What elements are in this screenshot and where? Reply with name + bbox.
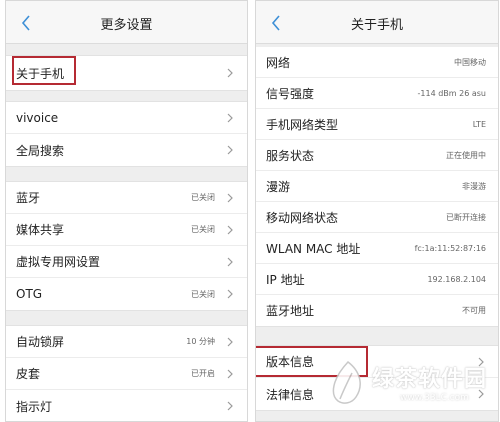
media-share-item[interactable]: 媒体共享 已关闭 — [6, 214, 247, 246]
row-value: 192.168.2.104 — [427, 274, 486, 284]
row-value: 不可用 — [462, 306, 486, 315]
row-label: 全局搜索 — [16, 143, 65, 158]
chevron-right-icon — [225, 368, 235, 380]
row-label: 虚拟专用网设置 — [16, 255, 101, 269]
more-settings-screen: 更多设置 关于手机 vivoice 全局搜索 蓝牙 已关闭 媒体共享 已关闭 虚… — [5, 0, 248, 422]
info-row-roaming: 漫游 非漫游 — [256, 171, 498, 202]
chevron-right-icon — [225, 224, 235, 236]
page-title: 更多设置 — [100, 18, 153, 33]
settings-group: 自动锁屏 10 分钟 皮套 已开启 指示灯 — [6, 325, 247, 421]
info-row-network-type: 手机网络类型 LTE — [256, 109, 498, 140]
row-label: 手机网络类型 — [266, 117, 339, 132]
settings-group: vivoice 全局搜索 — [6, 101, 247, 167]
bluetooth-item[interactable]: 蓝牙 已关闭 — [6, 182, 247, 214]
row-value: 已断开连接 — [446, 212, 486, 222]
row-label: 蓝牙地址 — [266, 304, 315, 318]
info-row-wlan-mac: WLAN MAC 地址 fc:1a:11:52:87:16 — [256, 233, 498, 264]
row-label: WLAN MAC 地址 — [266, 241, 361, 256]
row-value: 非漫游 — [462, 181, 486, 191]
row-value: fc:1a:11:52:87:16 — [414, 243, 486, 253]
info-group: 版本信息 法律信息 — [256, 345, 498, 411]
row-label: 关于手机 — [16, 66, 65, 81]
settings-group: 关于手机 — [6, 55, 247, 91]
row-value: 正在使用中 — [446, 150, 486, 160]
status-value: 已关闭 — [191, 225, 215, 234]
chevron-right-icon — [225, 112, 235, 124]
cover-case-item[interactable]: 皮套 已开启 — [6, 358, 247, 390]
title-bar: 关于手机 — [256, 1, 498, 44]
legal-info-item[interactable]: 法律信息 — [256, 378, 498, 410]
about-phone-screen: 关于手机 网络 中国移动 信号强度 -114 dBm 26 asu 手机网络类型… — [255, 0, 499, 422]
info-group: 网络 中国移动 信号强度 -114 dBm 26 asu 手机网络类型 LTE … — [256, 47, 498, 327]
status-value: 10 分钟 — [186, 337, 215, 346]
row-label: 媒体共享 — [16, 223, 65, 237]
row-label: 信号强度 — [266, 86, 315, 101]
info-row-mobile-network-state: 移动网络状态 已断开连接 — [256, 202, 498, 233]
status-value: 已开启 — [191, 369, 215, 378]
chevron-right-icon — [225, 336, 235, 348]
chevron-right-icon — [225, 400, 235, 412]
row-label: 漫游 — [266, 179, 291, 194]
otg-item[interactable]: OTG 已关闭 — [6, 278, 247, 310]
chevron-right-icon — [225, 256, 235, 268]
chevron-right-icon — [225, 67, 235, 79]
status-value: 已关闭 — [191, 193, 215, 202]
row-label: 皮套 — [16, 367, 41, 381]
chevron-right-icon — [225, 288, 235, 300]
row-label: 蓝牙 — [16, 191, 41, 205]
row-label: 法律信息 — [266, 387, 315, 402]
info-row-signal-strength: 信号强度 -114 dBm 26 asu — [256, 78, 498, 109]
info-row-network: 网络 中国移动 — [256, 47, 498, 78]
settings-group: 蓝牙 已关闭 媒体共享 已关闭 虚拟专用网设置 OTG 已关闭 — [6, 181, 247, 311]
row-value: -114 dBm 26 asu — [417, 88, 486, 98]
indicator-light-item[interactable]: 指示灯 — [6, 390, 247, 421]
row-label: 自动锁屏 — [16, 335, 65, 349]
info-row-ip-address: IP 地址 192.168.2.104 — [256, 264, 498, 295]
page-title: 关于手机 — [350, 18, 403, 33]
vpn-settings-item[interactable]: 虚拟专用网设置 — [6, 246, 247, 278]
chevron-right-icon — [225, 192, 235, 204]
info-row-service-state: 服务状态 正在使用中 — [256, 140, 498, 171]
chevron-right-icon — [476, 356, 486, 368]
auto-lock-item[interactable]: 自动锁屏 10 分钟 — [6, 326, 247, 358]
row-label: 网络 — [266, 55, 291, 70]
title-bar: 更多设置 — [6, 1, 247, 44]
chevron-right-icon — [225, 144, 235, 156]
row-value: LTE — [472, 119, 486, 129]
row-label: vivoice — [16, 110, 59, 125]
row-label: 移动网络状态 — [266, 210, 339, 225]
vivoice-item[interactable]: vivoice — [6, 102, 247, 134]
version-info-item[interactable]: 版本信息 — [256, 346, 498, 378]
row-label: OTG — [16, 287, 43, 301]
status-value: 已关闭 — [191, 289, 215, 299]
chevron-right-icon — [476, 388, 486, 400]
row-label: IP 地址 — [266, 272, 305, 287]
row-label: 版本信息 — [266, 355, 315, 369]
row-label: 服务状态 — [266, 148, 315, 163]
row-label: 指示灯 — [16, 399, 53, 414]
info-row-bluetooth-address: 蓝牙地址 不可用 — [256, 295, 498, 326]
global-search-item[interactable]: 全局搜索 — [6, 134, 247, 166]
row-value: 中国移动 — [454, 57, 486, 67]
about-phone-item[interactable]: 关于手机 — [6, 56, 247, 90]
